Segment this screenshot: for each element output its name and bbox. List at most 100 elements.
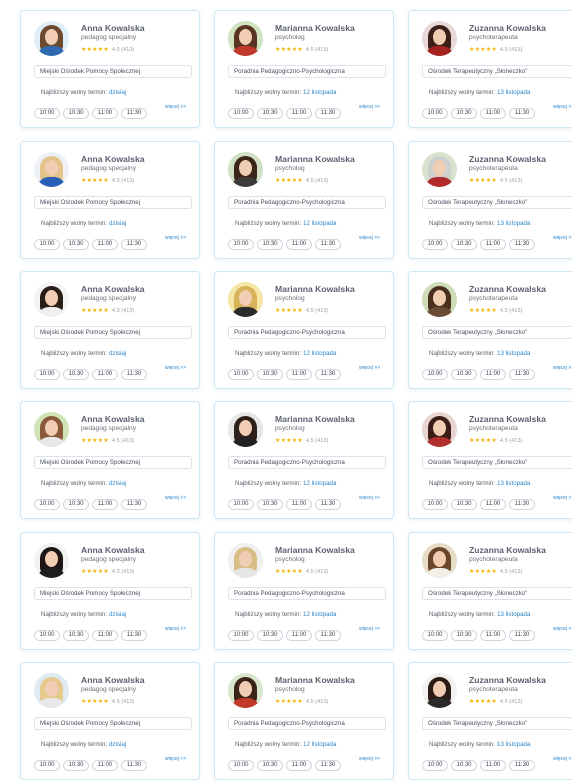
specialist-name[interactable]: Marianna Kowalska <box>275 675 355 685</box>
time-slot-button[interactable]: 11:00 <box>286 239 312 250</box>
specialist-name[interactable]: Anna Kowalska <box>81 154 145 164</box>
time-slot-button[interactable]: 10:30 <box>257 630 283 641</box>
avatar[interactable] <box>34 412 69 447</box>
time-slot-button[interactable]: 11:30 <box>121 760 147 771</box>
time-slot-button[interactable]: 10:00 <box>422 760 448 771</box>
specialist-name[interactable]: Marianna Kowalska <box>275 284 355 294</box>
time-slot-button[interactable]: 11:30 <box>509 630 535 641</box>
specialist-card[interactable]: Anna Kowalska pedagog specjalny ★★★★★ 4.5… <box>20 532 200 650</box>
specialist-card[interactable]: Anna Kowalska pedagog specjalny ★★★★★ 4.5… <box>20 401 200 519</box>
specialist-name[interactable]: Anna Kowalska <box>81 675 145 685</box>
time-slot-button[interactable]: 10:30 <box>451 369 477 380</box>
time-slot-button[interactable]: 10:30 <box>63 239 89 250</box>
time-slot-button[interactable]: 10:00 <box>228 760 254 771</box>
time-slot-button[interactable]: 10:30 <box>63 760 89 771</box>
avatar[interactable] <box>228 282 263 317</box>
specialist-name[interactable]: Zuzanna Kowalska <box>469 154 546 164</box>
specialist-name[interactable]: Marianna Kowalska <box>275 154 355 164</box>
time-slot-button[interactable]: 10:00 <box>228 630 254 641</box>
specialist-name[interactable]: Anna Kowalska <box>81 545 145 555</box>
time-slot-button[interactable]: 11:30 <box>121 239 147 250</box>
time-slot-button[interactable]: 10:30 <box>257 239 283 250</box>
time-slot-button[interactable]: 10:00 <box>228 499 254 510</box>
time-slot-button[interactable]: 10:30 <box>451 499 477 510</box>
avatar[interactable] <box>422 673 457 708</box>
more-link[interactable]: więcej >> <box>165 235 186 241</box>
time-slot-button[interactable]: 11:30 <box>121 108 147 119</box>
next-available-date[interactable]: 12 listopada <box>303 220 336 227</box>
more-link[interactable]: więcej >> <box>553 756 572 762</box>
specialist-name[interactable]: Anna Kowalska <box>81 23 145 33</box>
time-slot-button[interactable]: 11:30 <box>509 760 535 771</box>
specialist-card[interactable]: Anna Kowalska pedagog specjalny ★★★★★ 4.5… <box>20 10 200 128</box>
avatar[interactable] <box>422 21 457 56</box>
next-available-date[interactable]: dzisiaj <box>109 611 126 618</box>
time-slot-button[interactable]: 10:30 <box>63 499 89 510</box>
next-available-date[interactable]: 13 listopada <box>497 89 530 96</box>
avatar[interactable] <box>228 21 263 56</box>
more-link[interactable]: więcej >> <box>553 495 572 501</box>
time-slot-button[interactable]: 10:30 <box>451 760 477 771</box>
time-slot-button[interactable]: 10:00 <box>228 239 254 250</box>
more-link[interactable]: więcej >> <box>359 235 380 241</box>
specialist-card[interactable]: Marianna Kowalska psycholog ★★★★★ 4.5 (41… <box>214 141 394 259</box>
time-slot-button[interactable]: 11:30 <box>315 369 341 380</box>
time-slot-button[interactable]: 10:00 <box>422 369 448 380</box>
specialist-card[interactable]: Marianna Kowalska psycholog ★★★★★ 4.5 (41… <box>214 271 394 389</box>
specialist-card[interactable]: Zuzanna Kowalska psychoterapeuta ★★★★★ 4.… <box>408 141 572 259</box>
time-slot-button[interactable]: 11:30 <box>315 499 341 510</box>
time-slot-button[interactable]: 11:30 <box>509 108 535 119</box>
more-link[interactable]: więcej >> <box>165 104 186 110</box>
time-slot-button[interactable]: 11:30 <box>121 630 147 641</box>
avatar[interactable] <box>34 282 69 317</box>
time-slot-button[interactable]: 10:00 <box>228 369 254 380</box>
time-slot-button[interactable]: 11:00 <box>480 499 506 510</box>
time-slot-button[interactable]: 11:00 <box>286 108 312 119</box>
specialist-name[interactable]: Marianna Kowalska <box>275 545 355 555</box>
avatar[interactable] <box>228 152 263 187</box>
time-slot-button[interactable]: 10:30 <box>451 630 477 641</box>
specialist-name[interactable]: Zuzanna Kowalska <box>469 414 546 424</box>
time-slot-button[interactable]: 11:00 <box>286 499 312 510</box>
next-available-date[interactable]: dzisiaj <box>109 480 126 487</box>
specialist-card[interactable]: Zuzanna Kowalska psychoterapeuta ★★★★★ 4.… <box>408 401 572 519</box>
more-link[interactable]: więcej >> <box>553 104 572 110</box>
avatar[interactable] <box>34 673 69 708</box>
time-slot-button[interactable]: 10:30 <box>257 499 283 510</box>
next-available-date[interactable]: 12 listopada <box>303 741 336 748</box>
avatar[interactable] <box>422 152 457 187</box>
specialist-card[interactable]: Marianna Kowalska psycholog ★★★★★ 4.5 (41… <box>214 401 394 519</box>
time-slot-button[interactable]: 10:30 <box>451 239 477 250</box>
specialist-name[interactable]: Anna Kowalska <box>81 414 145 424</box>
time-slot-button[interactable]: 10:00 <box>34 239 60 250</box>
more-link[interactable]: więcej >> <box>165 495 186 501</box>
more-link[interactable]: więcej >> <box>359 626 380 632</box>
specialist-card[interactable]: Anna Kowalska pedagog specjalny ★★★★★ 4.5… <box>20 141 200 259</box>
time-slot-button[interactable]: 10:30 <box>63 369 89 380</box>
time-slot-button[interactable]: 10:00 <box>422 239 448 250</box>
time-slot-button[interactable]: 10:30 <box>257 760 283 771</box>
avatar[interactable] <box>228 543 263 578</box>
time-slot-button[interactable]: 11:00 <box>92 108 118 119</box>
time-slot-button[interactable]: 10:00 <box>34 499 60 510</box>
more-link[interactable]: więcej >> <box>359 104 380 110</box>
more-link[interactable]: więcej >> <box>553 365 572 371</box>
avatar[interactable] <box>422 412 457 447</box>
time-slot-button[interactable]: 11:00 <box>286 369 312 380</box>
specialist-name[interactable]: Marianna Kowalska <box>275 23 355 33</box>
next-available-date[interactable]: 12 listopada <box>303 611 336 618</box>
time-slot-button[interactable]: 10:00 <box>34 760 60 771</box>
specialist-name[interactable]: Zuzanna Kowalska <box>469 284 546 294</box>
time-slot-button[interactable]: 10:30 <box>63 108 89 119</box>
avatar[interactable] <box>34 152 69 187</box>
time-slot-button[interactable]: 11:30 <box>121 369 147 380</box>
next-available-date[interactable]: 12 listopada <box>303 89 336 96</box>
next-available-date[interactable]: 12 listopada <box>303 350 336 357</box>
time-slot-button[interactable]: 10:00 <box>34 108 60 119</box>
time-slot-button[interactable]: 11:00 <box>92 499 118 510</box>
specialist-name[interactable]: Zuzanna Kowalska <box>469 675 546 685</box>
time-slot-button[interactable]: 10:00 <box>34 630 60 641</box>
time-slot-button[interactable]: 11:00 <box>480 630 506 641</box>
time-slot-button[interactable]: 11:30 <box>509 239 535 250</box>
time-slot-button[interactable]: 10:00 <box>422 499 448 510</box>
